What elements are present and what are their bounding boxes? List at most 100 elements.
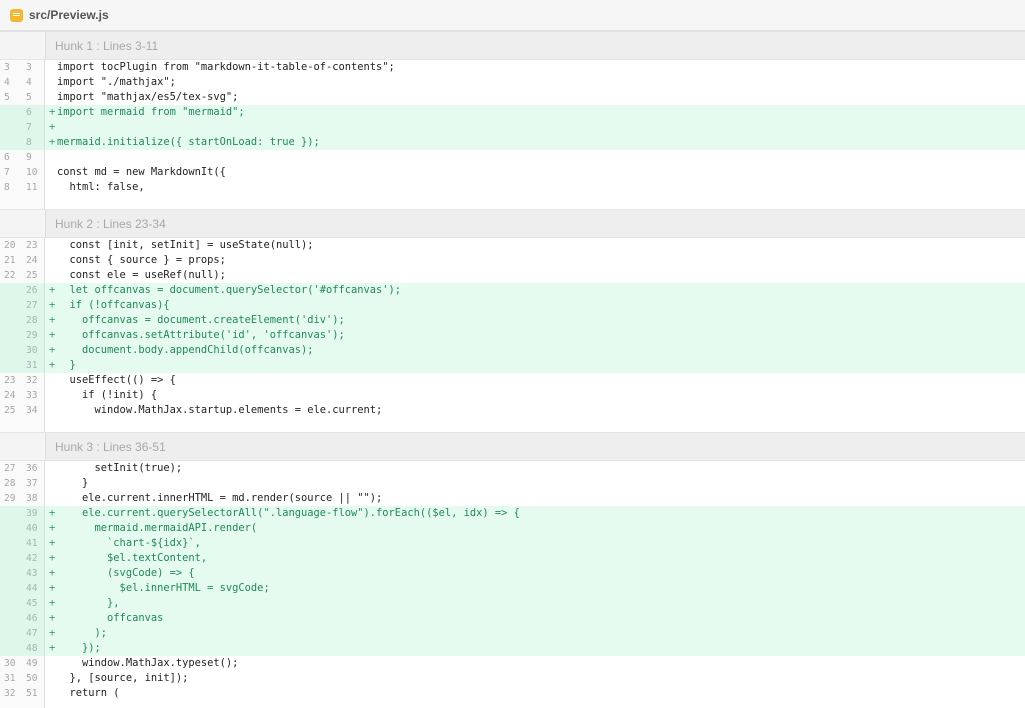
code-text: const md = new MarkdownIt({ <box>57 166 226 178</box>
old-line-number <box>0 328 22 343</box>
hunk-title: Hunk 3 : Lines 36-51 <box>55 440 166 454</box>
old-line-number <box>0 626 22 641</box>
code-text: }); <box>57 642 101 654</box>
diff-line-added[interactable]: 48 + }); <box>0 641 1025 656</box>
diff-line-added[interactable]: 40 + mermaid.mermaidAPI.render( <box>0 521 1025 536</box>
diff-line[interactable]: 7 10 const md = new MarkdownIt({ <box>0 165 1025 180</box>
diff-line-added[interactable]: 7 + <box>0 120 1025 135</box>
old-line-number: 20 <box>0 238 22 253</box>
diff-line[interactable]: 32 51 return ( <box>0 686 1025 701</box>
diff-line-added[interactable]: 31 + } <box>0 358 1025 373</box>
new-line-number: 47 <box>22 626 45 641</box>
diff-line[interactable]: 25 34 window.MathJax.startup.elements = e… <box>0 403 1025 418</box>
old-line-number: 21 <box>0 253 22 268</box>
new-line-number: 37 <box>22 476 45 491</box>
diff-line[interactable]: 5 5 import "mathjax/es5/tex-svg"; <box>0 90 1025 105</box>
hunk-lines-1: 3 3 import tocPlugin from "markdown-it-tab… <box>0 60 1025 195</box>
diff-line-added[interactable]: 44 + $el.innerHTML = svgCode; <box>0 581 1025 596</box>
file-header[interactable]: src/Preview.js <box>0 0 1025 31</box>
diff-line[interactable]: 4 4 import "./mathjax"; <box>0 75 1025 90</box>
diff-line[interactable]: 28 37 } <box>0 476 1025 491</box>
diff-line-added[interactable]: 6 + import mermaid from "mermaid"; <box>0 105 1025 120</box>
old-line-number: 8 <box>0 180 22 195</box>
diff-line[interactable]: 24 33 if (!init) { <box>0 388 1025 403</box>
code-text: }, <box>57 597 120 609</box>
code-text: }, [source, init]); <box>57 672 189 684</box>
old-line-number <box>0 135 22 150</box>
old-line-number: 7 <box>0 165 22 180</box>
new-line-number: 9 <box>22 150 45 165</box>
diff-line[interactable]: 21 24 const { source } = props; <box>0 253 1025 268</box>
new-line-number: 50 <box>22 671 45 686</box>
code-text: if (!offcanvas){ <box>57 299 170 311</box>
hunk-header-1[interactable]: Hunk 1 : Lines 3-11 <box>0 31 1025 60</box>
new-line-number: 41 <box>22 536 45 551</box>
old-line-number <box>0 641 22 656</box>
diff-marker: + <box>49 359 56 371</box>
diff-marker: + <box>49 567 56 579</box>
old-line-number: 24 <box>0 388 22 403</box>
new-line-number: 31 <box>22 358 45 373</box>
old-line-number <box>0 120 22 135</box>
old-line-number <box>0 313 22 328</box>
new-line-number: 27 <box>22 298 45 313</box>
code-text: `chart-${idx}`, <box>57 537 201 549</box>
new-line-number: 29 <box>22 328 45 343</box>
new-line-number: 28 <box>22 313 45 328</box>
code-text: window.MathJax.typeset(); <box>57 657 239 669</box>
code-text: document.body.appendChild(offcanvas); <box>57 344 314 356</box>
diff-line-added[interactable]: 47 + ); <box>0 626 1025 641</box>
hunk-lines-2: 20 23 const [init, setInit] = useState(nu… <box>0 238 1025 418</box>
diff-marker <box>45 238 57 253</box>
diff-line-added[interactable]: 29 + offcanvas.setAttribute('id', 'offcan… <box>0 328 1025 343</box>
diff-line-added[interactable]: 27 + if (!offcanvas){ <box>0 298 1025 313</box>
diff-line[interactable]: 27 36 setInit(true); <box>0 461 1025 476</box>
diff-line-added[interactable]: 8 + mermaid.initialize({ startOnLoad: true… <box>0 135 1025 150</box>
diff-line[interactable]: 8 11 html: false, <box>0 180 1025 195</box>
old-line-number <box>0 105 22 120</box>
diff-line-added[interactable]: 42 + $el.textContent, <box>0 551 1025 566</box>
new-line-number: 42 <box>22 551 45 566</box>
diff-line-added[interactable]: 46 + offcanvas <box>0 611 1025 626</box>
diff-line[interactable]: 23 32 useEffect(() => { <box>0 373 1025 388</box>
diff-line-added[interactable]: 39 + ele.current.querySelectorAll(".langu… <box>0 506 1025 521</box>
diff-marker <box>45 253 57 268</box>
diff-marker: + <box>49 522 56 534</box>
diff-marker: + <box>49 329 56 341</box>
diff-line-added[interactable]: 26 + let offcanvas = document.querySelect… <box>0 283 1025 298</box>
diff-marker <box>45 268 57 283</box>
code-text: const { source } = props; <box>57 254 226 266</box>
diff-line[interactable]: 31 50 }, [source, init]); <box>0 671 1025 686</box>
diff-line[interactable]: 22 25 const ele = useRef(null); <box>0 268 1025 283</box>
diff-marker <box>45 656 57 671</box>
old-line-number: 3 <box>0 60 22 75</box>
diff-marker <box>45 491 57 506</box>
code-text: mermaid.initialize({ startOnLoad: true }… <box>57 136 320 148</box>
new-line-number: 7 <box>22 120 45 135</box>
old-line-number <box>0 343 22 358</box>
new-line-number: 10 <box>22 165 45 180</box>
diff-line-added[interactable]: 28 + offcanvas = document.createElement('… <box>0 313 1025 328</box>
hunk-lines-3: 27 36 setInit(true); 28 37 } 29 38 ele.curren… <box>0 461 1025 701</box>
hunk-header-3[interactable]: Hunk 3 : Lines 36-51 <box>0 432 1025 461</box>
code-text: window.MathJax.startup.elements = ele.cu… <box>57 404 383 416</box>
diff-line[interactable]: 69 <box>0 150 1025 165</box>
old-line-number: 22 <box>0 268 22 283</box>
diff-line-added[interactable]: 43 + (svgCode) => { <box>0 566 1025 581</box>
diff-marker <box>45 165 57 180</box>
diff-line-added[interactable]: 41 + `chart-${idx}`, <box>0 536 1025 551</box>
diff-view: Hunk 1 : Lines 3-11 3 3 import tocPlugin f… <box>0 31 1025 708</box>
new-line-number: 23 <box>22 238 45 253</box>
hunk-header-2[interactable]: Hunk 2 : Lines 23-34 <box>0 209 1025 238</box>
hunk-title: Hunk 1 : Lines 3-11 <box>55 39 159 53</box>
diff-marker: + <box>49 537 56 549</box>
new-line-number: 44 <box>22 581 45 596</box>
diff-line[interactable]: 3 3 import tocPlugin from "markdown-it-tab… <box>0 60 1025 75</box>
diff-line-added[interactable]: 30 + document.body.appendChild(offcanvas)… <box>0 343 1025 358</box>
old-line-number <box>0 596 22 611</box>
diff-line-added[interactable]: 45 + }, <box>0 596 1025 611</box>
diff-line[interactable]: 30 49 window.MathJax.typeset(); <box>0 656 1025 671</box>
diff-marker: + <box>49 627 56 639</box>
diff-line[interactable]: 20 23 const [init, setInit] = useState(nu… <box>0 238 1025 253</box>
diff-line[interactable]: 29 38 ele.current.innerHTML = md.render(s… <box>0 491 1025 506</box>
